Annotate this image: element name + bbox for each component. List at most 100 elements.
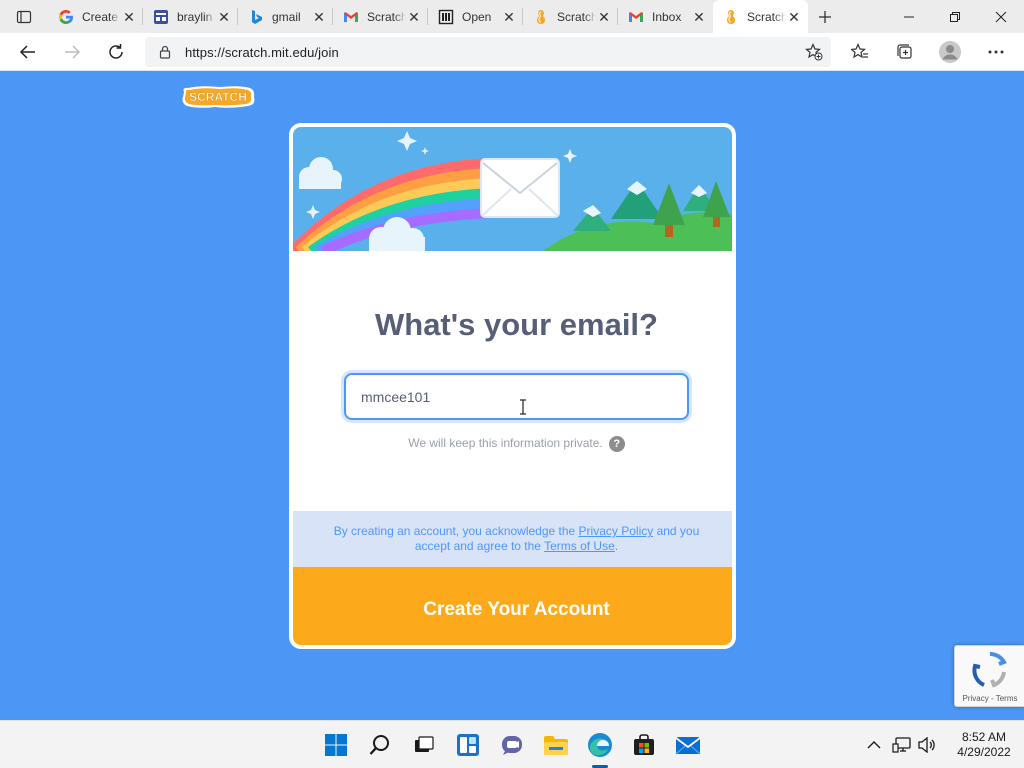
forward-arrow-icon (65, 45, 81, 59)
start-icon (325, 734, 347, 756)
tab-bing[interactable]: gmail ✕ (238, 0, 333, 33)
form-icon (153, 9, 169, 25)
store-icon (634, 734, 654, 755)
tab-title: Scratch (747, 9, 786, 24)
recaptcha-links[interactable]: Privacy - Terms (955, 694, 1024, 703)
tab-title: Scratch (367, 9, 406, 24)
clock-time: 8:52 AM (961, 730, 1007, 744)
url-text: https://scratch.mit.edu/join (185, 44, 339, 60)
store-button[interactable] (630, 731, 658, 759)
minimize-button[interactable] (886, 0, 932, 33)
file-explorer-button[interactable] (542, 731, 570, 759)
legal-text-1: By creating an account, you acknowledge … (333, 524, 579, 538)
taskbar-clock[interactable]: 8:52 AM 4/29/2022 (944, 730, 1024, 760)
tab-open[interactable]: Open ✕ (428, 0, 523, 33)
privacy-policy-link[interactable]: Privacy Policy (579, 524, 654, 538)
address-bar[interactable]: https://scratch.mit.edu/join (145, 37, 831, 67)
profile-button[interactable] (928, 33, 972, 71)
task-view-button[interactable] (410, 731, 438, 759)
back-arrow-icon (19, 45, 35, 59)
page-title: What's your email? (375, 307, 658, 342)
tab-close-icon[interactable]: ✕ (691, 9, 707, 25)
text-cursor-icon (520, 399, 526, 415)
chevron-up-icon (867, 741, 881, 749)
search-icon (369, 735, 389, 755)
tab-scratch-active[interactable]: Scratch ✕ (713, 0, 808, 33)
widgets-button[interactable] (454, 731, 482, 759)
minimize-icon (904, 16, 914, 17)
teams-chat-icon (502, 736, 522, 755)
email-banner-illustration (293, 127, 732, 251)
terms-of-use-link[interactable]: Terms of Use (544, 539, 615, 553)
forward-button[interactable] (50, 33, 94, 71)
tab-close-icon[interactable]: ✕ (311, 9, 327, 25)
tab-form[interactable]: braylin ✕ (143, 0, 238, 33)
file-explorer-icon (544, 736, 568, 755)
tab-close-icon[interactable]: ✕ (501, 9, 517, 25)
window-controls (886, 0, 1024, 33)
help-icon[interactable]: ? (608, 436, 625, 452)
restore-button[interactable] (932, 0, 978, 33)
close-window-button[interactable] (978, 0, 1024, 33)
news-icon (438, 9, 454, 25)
tab-title: Open (462, 9, 492, 24)
email-field[interactable] (344, 373, 689, 420)
show-hidden-icons-button[interactable] (864, 733, 884, 757)
taskbar-search-button[interactable] (366, 731, 394, 759)
taskbar: 8:52 AM 4/29/2022 (0, 720, 1024, 768)
tab-actions-button[interactable] (0, 0, 48, 33)
mail-icon (675, 737, 701, 755)
collections-icon (897, 44, 912, 59)
teams-chat-button[interactable] (498, 731, 526, 759)
tab-close-icon[interactable]: ✕ (216, 9, 232, 25)
tab-close-icon[interactable]: ✕ (121, 9, 137, 25)
tab-scratch[interactable]: Scratch ✕ (523, 0, 618, 33)
back-button[interactable] (6, 33, 50, 71)
tab-title: Scratch (557, 9, 596, 24)
tab-close-icon[interactable]: ✕ (786, 9, 802, 25)
create-account-button[interactable]: Create Your Account (293, 567, 732, 645)
edge-icon (588, 733, 612, 757)
scratch-icon (533, 9, 549, 25)
gmail-icon (628, 9, 644, 25)
avatar-icon (939, 41, 961, 63)
privacy-note-text: We will keep this information private. (408, 436, 603, 451)
gmail-icon (343, 9, 359, 25)
add-favorite-icon[interactable] (805, 43, 823, 66)
edge-button[interactable] (586, 731, 614, 759)
collections-button[interactable] (882, 33, 926, 71)
legal-text-3: . (614, 539, 619, 553)
refresh-button[interactable] (94, 33, 138, 71)
close-icon (995, 11, 1007, 22)
browser-toolbar: https://scratch.mit.edu/join (0, 33, 1024, 71)
volume-icon (918, 737, 935, 753)
legal-notice: By creating an account, you acknowledge … (293, 511, 732, 567)
volume-button[interactable] (916, 733, 938, 757)
tab-close-icon[interactable]: ✕ (596, 9, 612, 25)
clock-date: 4/29/2022 (957, 745, 1011, 759)
widgets-icon (457, 734, 479, 756)
lock-icon[interactable] (145, 45, 185, 59)
favorites-button[interactable] (838, 33, 882, 71)
tab-gmail-scratch[interactable]: Scratch ✕ (333, 0, 428, 33)
tab-inbox[interactable]: Inbox ✕ (618, 0, 713, 33)
scratch-logo[interactable]: SCRATCH (180, 84, 256, 110)
privacy-note: We will keep this information private.? (293, 436, 732, 452)
tab-google[interactable]: Create ✕ (48, 0, 143, 33)
more-menu-button[interactable] (974, 33, 1018, 71)
tab-close-icon[interactable]: ✕ (406, 9, 422, 25)
network-button[interactable] (890, 733, 914, 757)
more-icon (988, 50, 1004, 54)
tab-title: Create (82, 9, 119, 24)
tab-title: Inbox (652, 9, 682, 24)
logo-text: SCRATCH (189, 90, 247, 104)
plus-icon (819, 10, 831, 23)
mail-button[interactable] (674, 731, 702, 759)
task-view-icon (415, 736, 434, 752)
google-icon (58, 9, 74, 25)
start-button[interactable] (322, 731, 350, 759)
new-tab-button[interactable] (808, 0, 842, 33)
network-icon (892, 737, 911, 753)
recaptcha-badge[interactable]: Privacy - Terms (954, 645, 1024, 707)
refresh-icon (109, 44, 123, 59)
